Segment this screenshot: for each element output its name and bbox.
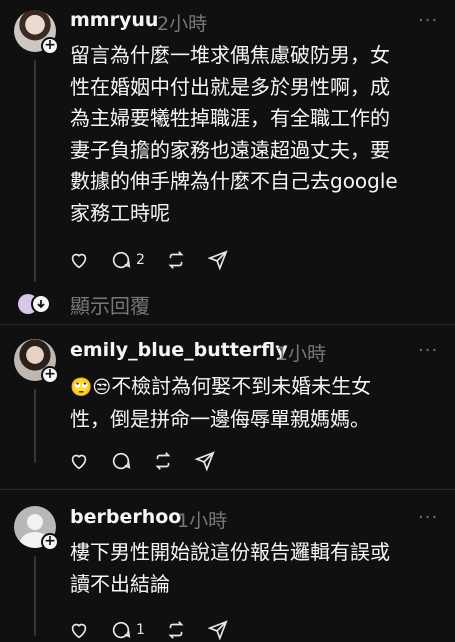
share-button[interactable]: [194, 450, 216, 472]
repost-icon: [168, 621, 184, 639]
username[interactable]: mmryuu: [70, 9, 158, 31]
share-button[interactable]: [207, 619, 229, 641]
action-bar: [68, 449, 236, 473]
reply-avatar-arrow-icon: [31, 294, 51, 314]
like-button[interactable]: [68, 249, 90, 271]
heart-icon: [71, 253, 87, 269]
follow-plus-icon[interactable]: [41, 366, 59, 384]
reply-count: 2: [136, 252, 145, 268]
more-options-icon[interactable]: ···: [418, 507, 438, 528]
thread-line: [34, 556, 36, 636]
action-bar: 1: [68, 618, 249, 642]
comment-icon: [112, 621, 131, 639]
heart-icon: [71, 454, 87, 470]
heart-icon: [71, 623, 87, 639]
share-icon: [207, 620, 228, 641]
repost-button[interactable]: [152, 450, 174, 472]
comment-button[interactable]: [110, 450, 132, 472]
divider: [0, 324, 455, 325]
thread-line: [34, 389, 36, 463]
divider: [0, 489, 455, 490]
post-text: 留言為什麼一堆求偶焦慮破防男，女 性在婚姻中付出就是多於男性啊，成 為主婦要犧牲…: [70, 43, 398, 225]
action-bar: 2: [68, 248, 249, 272]
more-options-icon[interactable]: ···: [418, 10, 438, 31]
username[interactable]: emily_blue_butterfly: [70, 339, 288, 361]
repost-button[interactable]: [165, 249, 187, 271]
repost-icon: [155, 452, 171, 470]
username[interactable]: berberhoo: [70, 506, 181, 528]
repost-button[interactable]: [165, 619, 187, 641]
like-button[interactable]: [68, 619, 90, 641]
more-options-icon[interactable]: ···: [418, 340, 438, 361]
like-button[interactable]: [68, 450, 90, 472]
follow-plus-icon[interactable]: [41, 37, 59, 55]
timestamp: 2小時: [157, 13, 208, 35]
share-icon: [194, 451, 215, 472]
repost-icon: [168, 251, 184, 269]
post-text: 🙄😒不檢討為何娶不到未婚未生女 性，倒是拼命一邊侮辱單親媽媽。: [70, 374, 372, 431]
comment-button[interactable]: 2: [110, 249, 145, 271]
share-icon: [207, 250, 228, 271]
comment-icon: [112, 251, 131, 269]
follow-plus-icon[interactable]: [41, 533, 59, 551]
comment-button[interactable]: 1: [110, 619, 145, 641]
thread-line: [34, 60, 36, 282]
post-text: 樓下男性開始說這份報告邏輯有誤或 讀不出結論: [70, 540, 390, 596]
reply-count: 1: [136, 622, 145, 638]
show-replies-link[interactable]: 顯示回覆: [70, 290, 150, 319]
timestamp: 1小時: [276, 343, 327, 365]
emoji: 🙄😒: [70, 377, 112, 398]
comment-icon: [112, 452, 131, 470]
share-button[interactable]: [207, 249, 229, 271]
timestamp: 1小時: [177, 510, 228, 532]
